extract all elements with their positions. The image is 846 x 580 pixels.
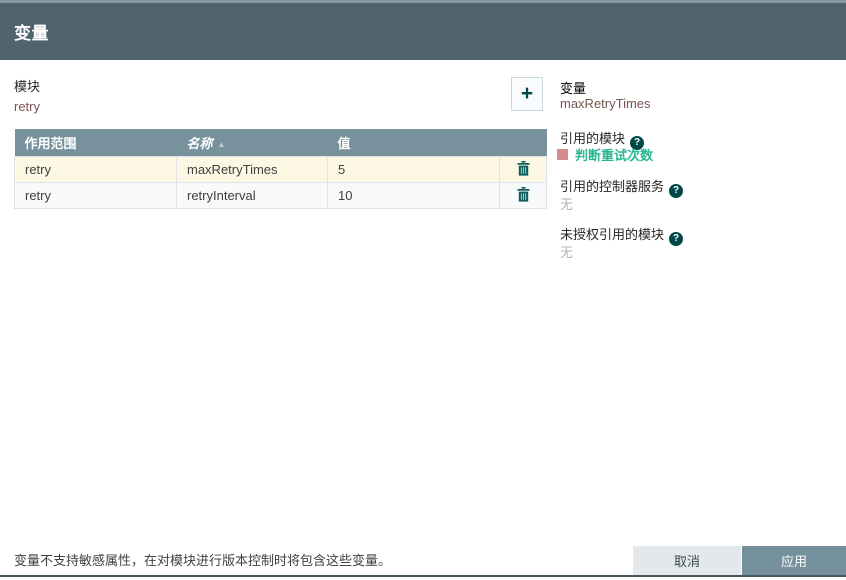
cell-actions [500,182,547,208]
column-header-actions [500,129,547,156]
cell-value: 5 [328,156,500,182]
module-label: 模块 [14,76,40,95]
table-row[interactable]: retry retryInterval 10 [15,182,547,208]
unauthorized-modules-empty: 无 [560,242,573,261]
referencing-module-item[interactable]: 判断重试次数 [557,145,653,164]
delete-variable-button[interactable] [513,159,534,178]
module-state-icon [557,149,568,160]
cell-actions [500,156,547,182]
variable-name-label: 变量 [560,78,586,97]
column-header-name[interactable]: 名称▲ [177,129,328,156]
variables-table: 作用范围 名称▲ 值 retry maxRetryTimes 5 [14,129,547,209]
add-variable-button[interactable]: + [511,77,543,111]
table-row[interactable]: retry maxRetryTimes 5 [15,156,547,182]
cell-name: retryInterval [177,182,328,208]
cancel-button[interactable]: 取消 [633,546,741,575]
cell-value: 10 [328,182,500,208]
table-header-row: 作用范围 名称▲ 值 [15,129,547,156]
column-header-scope[interactable]: 作用范围 [15,129,177,156]
sort-asc-icon: ▲ [218,140,226,149]
unauthorized-modules-section: 未授权引用的模块? [560,224,683,246]
dialog-title: 变量 [14,19,49,44]
dialog-header: 变量 [0,3,846,60]
trash-icon [517,187,530,202]
cell-scope: retry [15,182,177,208]
column-header-value[interactable]: 值 [328,129,500,156]
variables-table-body: retry maxRetryTimes 5 retry retryInterv [15,156,547,208]
help-icon[interactable]: ? [669,232,683,246]
apply-button[interactable]: 应用 [742,546,846,575]
module-value: retry [14,99,40,114]
footer-tip: 变量不支持敏感属性，在对模块进行版本控制时将包含这些变量。 [14,550,391,569]
referencing-services-title: 引用的控制器服务 [560,176,664,195]
unauthorized-modules-title: 未授权引用的模块 [560,224,664,243]
referencing-module-link[interactable]: 判断重试次数 [575,145,653,164]
referencing-services-empty: 无 [560,194,573,213]
cell-name: maxRetryTimes [177,156,328,182]
referencing-services-section: 引用的控制器服务? [560,176,683,198]
delete-variable-button[interactable] [513,185,534,204]
variables-dialog: 变量 模块 retry + 作用范围 名称▲ 值 retry maxRetryT… [0,0,846,580]
variable-name-value: maxRetryTimes [560,96,651,111]
plus-icon: + [521,82,533,105]
cell-scope: retry [15,156,177,182]
dialog-bottom-border [0,575,846,577]
module-block: 模块 retry [14,76,40,114]
trash-icon [517,161,530,176]
help-icon[interactable]: ? [669,184,683,198]
